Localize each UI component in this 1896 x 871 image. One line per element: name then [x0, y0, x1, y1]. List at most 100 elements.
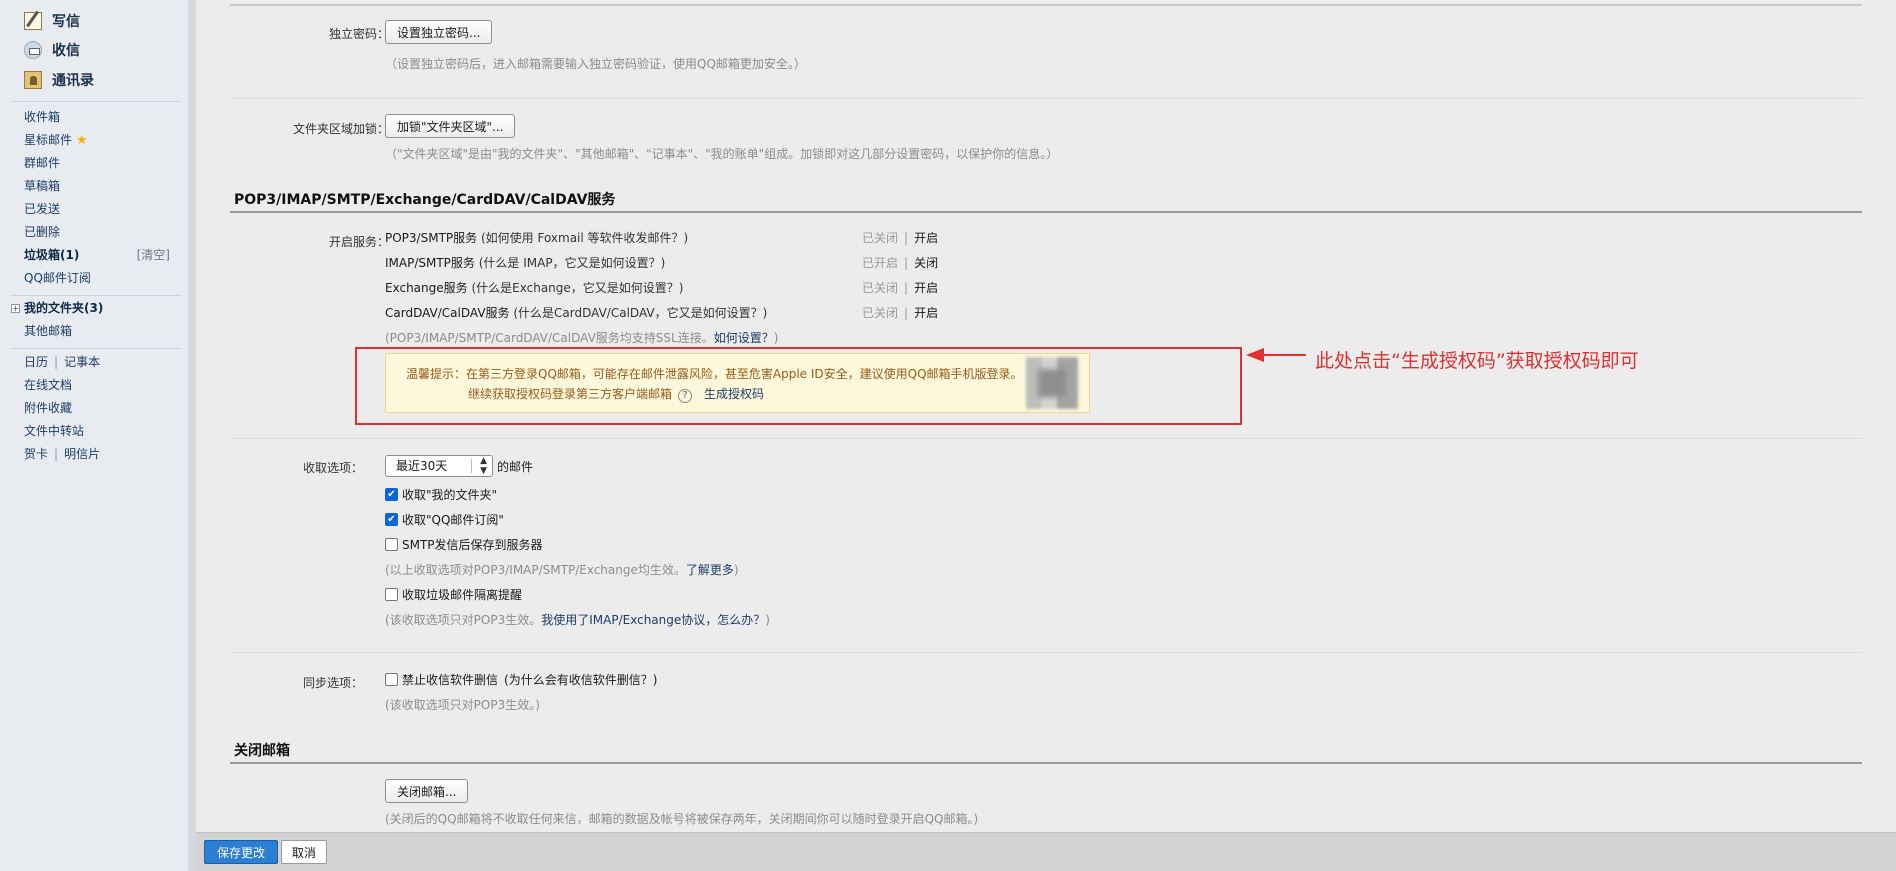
services-section-title: POP3/IMAP/SMTP/Exchange/CardDAV/CalDAV服务 — [234, 192, 616, 208]
service-help-link[interactable]: (什么是CardDAV/CalDAV，它又是如何设置？) — [513, 306, 767, 320]
sidebar-item-group[interactable]: 群邮件 — [24, 153, 60, 173]
service-status: 已开启 | 关闭 — [862, 256, 939, 270]
sidebar-item-notes[interactable]: 记事本 — [64, 355, 100, 369]
receive-my-folders-option: ✔ 收取"我的文件夹" — [385, 486, 497, 503]
expand-folders-icon[interactable]: + — [11, 304, 20, 313]
set-password-button[interactable]: 设置独立密码... — [385, 20, 493, 44]
sidebar-item-starred[interactable]: 星标邮件 ★ — [24, 130, 88, 150]
checkbox-label: 收取"我的文件夹" — [402, 488, 498, 502]
receive-range-select[interactable]: 最近30天 ▲ ▼ — [385, 455, 493, 477]
inbox-icon — [24, 41, 42, 59]
toggle-service-link[interactable]: 关闭 — [914, 256, 938, 270]
service-status: 已关闭 | 开启 — [862, 231, 939, 245]
row-divider — [230, 438, 1862, 439]
checkbox-label: 收取垃圾邮件隔离提醒 — [402, 588, 523, 602]
section-divider — [230, 762, 1862, 764]
bottom-action-bar: 保存更改 取消 — [196, 832, 1896, 871]
sidebar-item-sent[interactable]: 已发送 — [24, 199, 60, 219]
help-icon[interactable]: ? — [678, 389, 693, 403]
receive-hint: (以上收取选项对POP3/IMAP/SMTP/Exchange均生效。了解更多) — [385, 563, 739, 577]
sidebar-item-deleted[interactable]: 已删除 — [24, 222, 60, 242]
cancel-button[interactable]: 取消 — [281, 840, 328, 864]
row-divider — [230, 652, 1862, 653]
sidebar-item-other-mail[interactable]: 其他邮箱 — [24, 321, 72, 341]
sidebar-item-calendar[interactable]: 日历 — [24, 355, 48, 369]
service-help-link[interactable]: (什么是Exchange，它又是如何设置？) — [471, 281, 683, 295]
status-text: 已关闭 — [862, 231, 899, 245]
smtp-save-checkbox[interactable] — [385, 538, 398, 551]
contacts-label: 通讯录 — [52, 73, 94, 89]
toggle-service-link[interactable]: 开启 — [914, 306, 938, 320]
save-changes-button[interactable]: 保存更改 — [204, 840, 279, 864]
password-label: 独立密码： — [328, 27, 389, 41]
checkbox-label: 收取"QQ邮件订阅" — [402, 513, 504, 527]
sidebar-item-attachments[interactable]: 附件收藏 — [24, 398, 72, 418]
compose-button[interactable]: 写信 — [24, 9, 80, 33]
smtp-save-option: SMTP发信后保存到服务器 — [385, 536, 543, 553]
sidebar-item-postcard[interactable]: 明信片 — [64, 447, 100, 461]
section-divider — [230, 211, 1862, 213]
star-icon: ★ — [76, 133, 88, 148]
sidebar-item-inbox[interactable]: 收件箱 — [24, 107, 60, 127]
ssl-help-link[interactable]: 如何设置？ — [714, 331, 774, 345]
tip-continue-text: 继续获取授权码登录第三方客户端邮箱 — [468, 387, 673, 401]
service-status: 已关闭 | 开启 — [862, 281, 939, 295]
sidebar-divider — [10, 348, 182, 349]
sidebar-item-calendar-notes: 日历 | 记事本 — [24, 355, 101, 369]
no-delete-help-link[interactable]: (为什么会有收信软件删信？) — [504, 671, 657, 688]
folder-lock-button[interactable]: 加锁"文件夹区域"... — [385, 114, 516, 138]
sidebar: 写信 收信 通讯录 收件箱 星标邮件 ★ 群邮件 草稿箱 已发送 已删除 垃圾箱(… — [0, 0, 188, 871]
receive-label: 收取选项： — [302, 461, 363, 475]
sync-label: 同步选项： — [302, 676, 363, 690]
toggle-service-link[interactable]: 开启 — [914, 281, 938, 295]
service-pop3: POP3/SMTP服务 (如何使用 Foxmail 等软件收发邮件？) — [385, 229, 688, 246]
sidebar-item-online-docs[interactable]: 在线文档 — [24, 375, 72, 395]
close-mail-hint: (关闭后的QQ邮箱将不收取任何来信，邮箱的数据及帐号将被保存两年，关闭期间你可以… — [385, 812, 979, 826]
receive-range-suffix: 的邮件 — [497, 460, 534, 474]
service-help-link[interactable]: (如何使用 Foxmail 等软件收发邮件？) — [481, 231, 688, 245]
close-mail-section-title: 关闭邮箱 — [234, 743, 290, 759]
imap-help-link[interactable]: 我使用了IMAP/Exchange协议，怎么办？ — [541, 613, 765, 627]
sidebar-item-file-transfer[interactable]: 文件中转站 — [24, 421, 84, 441]
status-text: 已开启 — [862, 256, 899, 270]
sidebar-divider — [10, 295, 182, 296]
top-divider — [230, 4, 1862, 6]
sidebar-item-drafts[interactable]: 草稿箱 — [24, 176, 60, 196]
generate-auth-code-link[interactable]: 生成授权码 — [704, 387, 764, 401]
spam-alert-option: 收取垃圾邮件隔离提醒 — [385, 586, 522, 603]
service-name: POP3/SMTP服务 — [385, 231, 478, 245]
service-help-link[interactable]: (什么是 IMAP，它又是如何设置？) — [479, 256, 666, 270]
compose-icon — [24, 12, 42, 30]
service-exchange: Exchange服务 (什么是Exchange，它又是如何设置？) — [385, 279, 683, 296]
sidebar-item-my-folders[interactable]: 我的文件夹(3) — [24, 298, 103, 318]
annotation-text: 此处点击“生成授权码”获取授权码即可 — [1315, 350, 1639, 372]
folder-lock-hint: （"文件夹区域"是由"我的文件夹"、"其他邮箱"、"记事本"、"我的账单"组成。… — [385, 147, 1059, 161]
service-status: 已关闭 | 开启 — [862, 306, 939, 320]
service-name: IMAP/SMTP服务 — [385, 256, 475, 270]
no-delete-checkbox[interactable] — [385, 673, 398, 686]
service-name: Exchange服务 — [385, 281, 468, 295]
tip-warning-text: 温馨提示：在第三方登录QQ邮箱，可能存在邮件泄露风险，甚至危害Apple ID安… — [406, 367, 1023, 381]
spam-alert-checkbox[interactable] — [385, 588, 398, 601]
learn-more-link[interactable]: 了解更多 — [686, 563, 734, 577]
toggle-service-link[interactable]: 开启 — [914, 231, 938, 245]
services-label: 开启服务： — [328, 235, 389, 249]
tip-box: 温馨提示：在第三方登录QQ邮箱，可能存在邮件泄露风险，甚至危害Apple ID安… — [385, 353, 1090, 413]
status-text: 已关闭 — [862, 281, 899, 295]
contacts-button[interactable]: 通讯录 — [24, 68, 94, 92]
inbox-button[interactable]: 收信 — [24, 38, 80, 62]
status-text: 已关闭 — [862, 306, 899, 320]
close-mailbox-button[interactable]: 关闭邮箱... — [385, 779, 469, 803]
qr-code-image-blur — [1038, 369, 1066, 397]
contacts-icon — [24, 71, 42, 89]
sidebar-item-cards[interactable]: 贺卡 — [24, 447, 48, 461]
receive-my-folders-checkbox[interactable]: ✔ — [385, 488, 398, 501]
tip-continue-row: 继续获取授权码登录第三方客户端邮箱? 生成授权码 — [468, 385, 764, 403]
pop3-hint: (该收取选项只对POP3生效。我使用了IMAP/Exchange协议，怎么办？) — [385, 613, 770, 627]
ssl-hint: (POP3/IMAP/SMTP/CardDAV/CalDAV服务均支持SSL连接… — [385, 331, 779, 345]
clear-spam-link[interactable]: [清空] — [137, 245, 170, 265]
receive-subscription-checkbox[interactable]: ✔ — [385, 513, 398, 526]
sidebar-item-spam[interactable]: 垃圾箱(1) [清空] — [24, 245, 180, 265]
sidebar-item-subscription[interactable]: QQ邮件订阅 — [24, 268, 91, 288]
sync-hint: (该收取选项只对POP3生效。) — [385, 698, 540, 712]
